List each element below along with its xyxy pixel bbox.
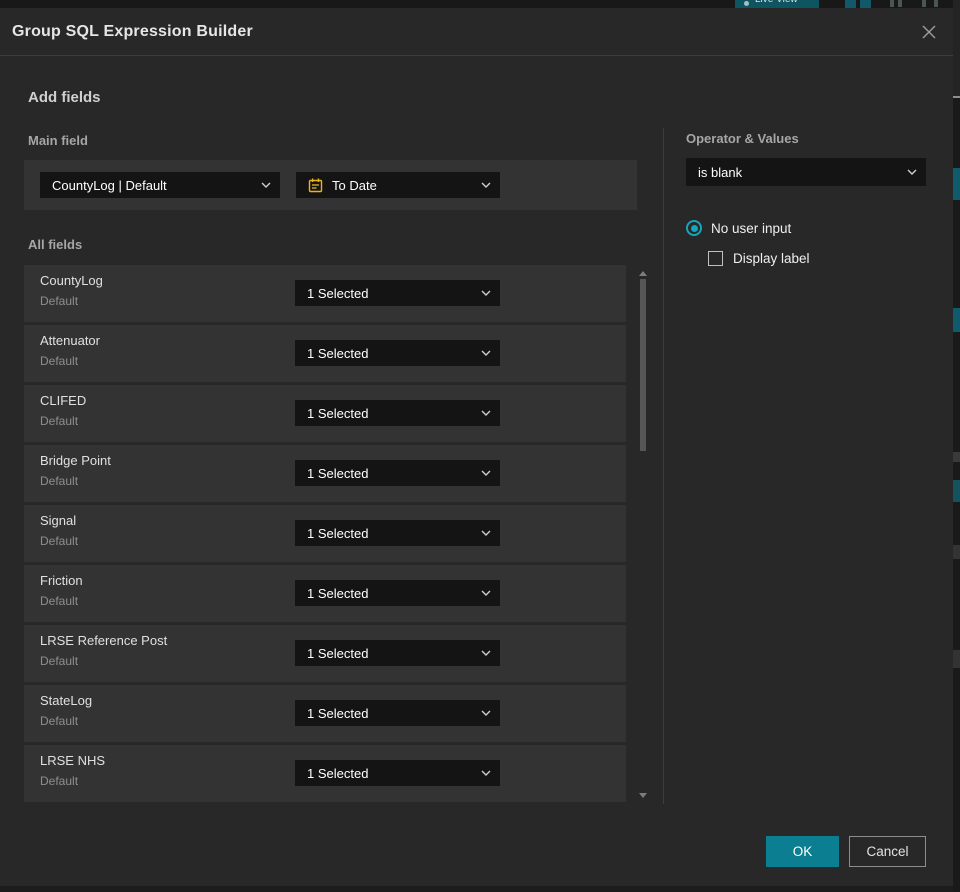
- live-view-button: Live View: [735, 0, 819, 8]
- no-user-input-label: No user input: [711, 220, 792, 236]
- field-selection-value: 1 Selected: [307, 405, 369, 421]
- chevron-down-icon: [481, 710, 491, 716]
- chevron-down-icon: [261, 182, 271, 188]
- toolbar-fragment-icon: [922, 0, 926, 7]
- field-row-attenuator: Attenuator Default 1 Selected: [24, 325, 626, 382]
- radio-selected-icon: [686, 220, 702, 236]
- field-row-lrse-nhs: LRSE NHS Default 1 Selected: [24, 745, 626, 802]
- main-field-panel: CountyLog | Default To Date: [24, 160, 637, 210]
- all-fields-heading: All fields: [28, 237, 83, 252]
- all-fields-list: CountyLog Default 1 Selected Attenuator …: [24, 265, 626, 805]
- field-name: StateLog: [40, 693, 93, 708]
- field-row-clifed: CLIFED Default 1 Selected: [24, 385, 626, 442]
- field-row-lrse-reference-post: LRSE Reference Post Default 1 Selected: [24, 625, 626, 682]
- field-selection-value: 1 Selected: [307, 525, 369, 541]
- field-selection-dropdown[interactable]: 1 Selected: [295, 760, 500, 786]
- chevron-down-icon: [481, 530, 491, 536]
- close-icon: [922, 25, 936, 39]
- close-button[interactable]: [918, 21, 940, 43]
- chevron-down-icon: [481, 410, 491, 416]
- chevron-down-icon: [907, 169, 917, 175]
- chevron-down-icon: [481, 590, 491, 596]
- chevron-down-icon: [481, 650, 491, 656]
- scrollbar-up-arrow-icon[interactable]: [639, 271, 647, 276]
- main-field-date-value: To Date: [332, 177, 377, 193]
- field-row-countylog: CountyLog Default 1 Selected: [24, 265, 626, 322]
- group-sql-expression-builder-dialog: Group SQL Expression Builder Add fields …: [0, 8, 953, 886]
- chevron-down-icon: [481, 350, 491, 356]
- field-name: CountyLog: [40, 273, 103, 288]
- field-variant: Default: [40, 654, 79, 668]
- toolbar-fragment-icon: [934, 0, 938, 7]
- field-variant: Default: [40, 534, 79, 548]
- chevron-down-icon: [481, 770, 491, 776]
- field-variant: Default: [40, 294, 79, 308]
- field-selection-dropdown[interactable]: 1 Selected: [295, 640, 500, 666]
- display-label-label: Display label: [733, 251, 810, 266]
- field-name: Friction: [40, 573, 83, 588]
- field-row-statelog: StateLog Default 1 Selected: [24, 685, 626, 742]
- field-selection-dropdown[interactable]: 1 Selected: [295, 460, 500, 486]
- cancel-button[interactable]: Cancel: [849, 836, 926, 867]
- dialog-titlebar: Group SQL Expression Builder: [0, 8, 953, 56]
- scrollbar-thumb[interactable]: [640, 279, 646, 451]
- main-field-select[interactable]: CountyLog | Default: [40, 172, 280, 198]
- background-app-right-strip: [953, 0, 960, 892]
- chevron-down-icon: [481, 182, 491, 188]
- field-name: Attenuator: [40, 333, 100, 348]
- toolbar-fragment-icon: [898, 0, 902, 7]
- field-selection-dropdown[interactable]: 1 Selected: [295, 340, 500, 366]
- no-user-input-radio[interactable]: No user input: [686, 220, 791, 236]
- operator-select[interactable]: is blank: [686, 158, 926, 186]
- field-selection-dropdown[interactable]: 1 Selected: [295, 580, 500, 606]
- field-selection-dropdown[interactable]: 1 Selected: [295, 400, 500, 426]
- fields-list-scrollbar[interactable]: [639, 265, 647, 802]
- chevron-down-icon: [481, 290, 491, 296]
- field-name: CLIFED: [40, 393, 87, 408]
- field-variant: Default: [40, 474, 79, 488]
- field-variant: Default: [40, 774, 79, 788]
- toolbar-fragment-icon: [845, 0, 856, 8]
- display-label-checkbox[interactable]: Display label: [708, 251, 810, 266]
- field-row-bridge-point: Bridge Point Default 1 Selected: [24, 445, 626, 502]
- field-selection-value: 1 Selected: [307, 285, 369, 301]
- toolbar-fragment-icon: [860, 0, 871, 8]
- live-view-label: Live View: [755, 0, 798, 7]
- main-field-heading: Main field: [28, 133, 88, 148]
- panel-divider: [663, 128, 664, 804]
- operator-values-heading: Operator & Values: [686, 131, 799, 146]
- dialog-title: Group SQL Expression Builder: [12, 23, 253, 40]
- field-variant: Default: [40, 354, 79, 368]
- field-selection-value: 1 Selected: [307, 765, 369, 781]
- field-selection-value: 1 Selected: [307, 465, 369, 481]
- chevron-down-icon: [481, 470, 491, 476]
- field-selection-value: 1 Selected: [307, 645, 369, 661]
- scrollbar-down-arrow-icon[interactable]: [639, 793, 647, 798]
- add-fields-heading: Add fields: [28, 89, 101, 106]
- field-row-signal: Signal Default 1 Selected: [24, 505, 626, 562]
- field-name: LRSE NHS: [40, 753, 106, 768]
- main-field-select-value: CountyLog | Default: [52, 177, 167, 193]
- field-selection-value: 1 Selected: [307, 345, 369, 361]
- field-variant: Default: [40, 414, 79, 428]
- live-view-dot-icon: [744, 1, 749, 6]
- operator-select-value: is blank: [698, 164, 743, 180]
- toolbar-fragment-icon: [890, 0, 894, 7]
- ok-button[interactable]: OK: [766, 836, 839, 867]
- field-selection-dropdown[interactable]: 1 Selected: [295, 280, 500, 306]
- field-selection-value: 1 Selected: [307, 705, 369, 721]
- checkbox-unchecked-icon: [708, 251, 723, 266]
- field-selection-dropdown[interactable]: 1 Selected: [295, 700, 500, 726]
- field-selection-dropdown[interactable]: 1 Selected: [295, 520, 500, 546]
- field-name: Signal: [40, 513, 77, 528]
- field-name: LRSE Reference Post: [40, 633, 168, 648]
- field-row-friction: Friction Default 1 Selected: [24, 565, 626, 622]
- field-variant: Default: [40, 714, 79, 728]
- field-variant: Default: [40, 594, 79, 608]
- background-app-top-strip: Live View: [0, 0, 960, 8]
- field-name: Bridge Point: [40, 453, 111, 468]
- main-field-date-select[interactable]: To Date: [296, 172, 500, 198]
- calendar-icon: [308, 178, 323, 193]
- field-selection-value: 1 Selected: [307, 585, 369, 601]
